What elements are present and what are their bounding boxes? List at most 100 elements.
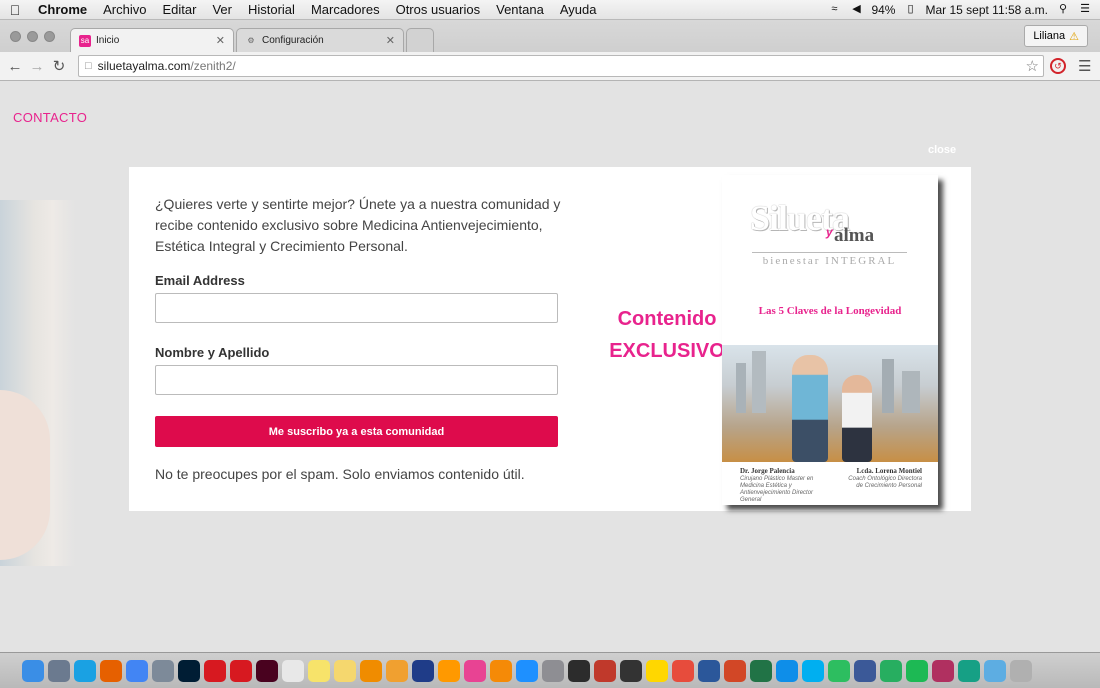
subscribe-button[interactable]: Me suscribo ya a esta comunidad <box>155 416 558 447</box>
extension-icon[interactable]: ↺ <box>1050 58 1066 74</box>
author-1-name: Dr. Jorge Palencia <box>740 467 795 475</box>
launchpad-icon[interactable] <box>48 659 70 682</box>
capture-icon[interactable] <box>958 659 980 682</box>
network-icon[interactable] <box>854 659 876 682</box>
name-field[interactable] <box>155 365 558 395</box>
author-2: Lcda. Lorena Montiel Coach Ontológico Di… <box>842 468 922 490</box>
skype-icon[interactable] <box>74 659 96 682</box>
volume-icon[interactable]: ◀ <box>849 3 863 16</box>
profile-button[interactable]: Liliana ⚠ <box>1024 25 1088 47</box>
gear-icon: ⚙ <box>247 35 255 45</box>
acrobat-icon[interactable] <box>204 659 226 682</box>
system-preferences-icon[interactable] <box>542 659 564 682</box>
book-divider <box>752 252 907 253</box>
cleaner-icon[interactable] <box>646 659 668 682</box>
indesign-icon[interactable] <box>256 659 278 682</box>
calendar-icon[interactable] <box>282 659 304 682</box>
zoom-window-button[interactable] <box>44 31 55 42</box>
minimize-window-button[interactable] <box>27 31 38 42</box>
subscribe-modal: ¿Quieres verte y sentirte mejor? Únete y… <box>129 167 971 511</box>
menu-historial[interactable]: Historial <box>240 2 303 17</box>
book-logo-y: y <box>826 225 833 239</box>
book-cover-photo <box>722 345 938 462</box>
evernote-icon[interactable] <box>828 659 850 682</box>
spotify-icon[interactable] <box>906 659 928 682</box>
window-controls <box>10 31 55 42</box>
background-photo <box>0 200 75 566</box>
menu-archivo[interactable]: Archivo <box>95 2 154 17</box>
chrome-menu-icon[interactable]: ☰ <box>1078 57 1091 75</box>
menu-ayuda[interactable]: Ayuda <box>552 2 605 17</box>
tab-configuracion[interactable]: ⚙ Configuración ✕ <box>236 28 404 52</box>
menu-ver[interactable]: Ver <box>204 2 240 17</box>
page-icon[interactable]: □ <box>85 60 92 72</box>
facetime-icon[interactable] <box>880 659 902 682</box>
email-field[interactable] <box>155 293 558 323</box>
quicktime-icon[interactable] <box>412 659 434 682</box>
word-icon[interactable] <box>698 659 720 682</box>
photoshop-icon[interactable] <box>178 659 200 682</box>
photo-building <box>902 371 920 413</box>
back-icon[interactable]: ← <box>4 58 26 75</box>
tab-inicio[interactable]: sa Inicio ✕ <box>70 28 234 52</box>
menu-chrome[interactable]: Chrome <box>30 2 95 17</box>
photo-booth-icon[interactable] <box>932 659 954 682</box>
skype-blue-icon[interactable] <box>802 659 824 682</box>
menu-ventana[interactable]: Ventana <box>488 2 552 17</box>
close-tab-icon[interactable]: ✕ <box>216 34 225 47</box>
author-2-role: Coach Ontológico Directora de Crecimient… <box>848 476 922 489</box>
teamviewer-icon[interactable] <box>776 659 798 682</box>
notifications-icon[interactable]: ☰ <box>1078 3 1092 16</box>
battery-icon[interactable]: ▯ <box>903 3 917 16</box>
app-store-icon[interactable] <box>516 659 538 682</box>
close-modal-button[interactable]: close <box>928 144 956 156</box>
powerpoint-icon[interactable] <box>724 659 746 682</box>
transmission-icon[interactable] <box>594 659 616 682</box>
tab-label: Inicio <box>96 35 120 46</box>
reload-icon[interactable]: ↻ <box>48 57 70 75</box>
forward-icon[interactable]: → <box>26 58 48 75</box>
trash-icon[interactable] <box>1010 659 1032 682</box>
status-area: ≈ ◀ 94% ▯ Mar 15 sept 11:58 a.m. ⚲ ☰ <box>827 3 1100 17</box>
battery-percent[interactable]: 94% <box>871 3 895 17</box>
clock[interactable]: Mar 15 sept 11:58 a.m. <box>925 3 1048 17</box>
photo-building <box>736 363 746 413</box>
ibooks-icon[interactable] <box>490 659 512 682</box>
photos-icon[interactable] <box>386 659 408 682</box>
amazon-icon[interactable] <box>438 659 460 682</box>
popcorn-icon[interactable] <box>672 659 694 682</box>
spotlight-icon[interactable]: ⚲ <box>1056 3 1070 16</box>
ebook-cover: Silueta y alma bienestar INTEGRAL Las 5 … <box>722 175 938 505</box>
new-tab-button[interactable] <box>406 28 434 52</box>
chrome-icon[interactable] <box>126 659 148 682</box>
book-title: Las 5 Claves de la Longevidad <box>758 305 902 317</box>
downloads-icon[interactable] <box>984 659 1006 682</box>
wifi-icon[interactable]: ≈ <box>827 3 841 16</box>
name-label: Nombre y Apellido <box>155 345 270 360</box>
notes-icon[interactable] <box>308 659 330 682</box>
itunes-icon[interactable] <box>464 659 486 682</box>
activity-monitor-icon[interactable] <box>620 659 642 682</box>
finder-icon[interactable] <box>22 659 44 682</box>
excel-icon[interactable] <box>750 659 772 682</box>
preview-icon[interactable] <box>152 659 174 682</box>
close-tab-icon[interactable]: ✕ <box>386 34 395 47</box>
dock <box>0 652 1100 688</box>
menu-otros-usuarios[interactable]: Otros usuarios <box>388 2 489 17</box>
book-logo-alma: alma <box>834 225 875 246</box>
final-cut-icon[interactable] <box>568 659 590 682</box>
menu-editar[interactable]: Editar <box>154 2 204 17</box>
apple-icon[interactable]:  <box>0 2 30 18</box>
bookmark-star-icon[interactable]: ☆ <box>1026 57 1039 75</box>
vlc-icon[interactable] <box>360 659 382 682</box>
menu-marcadores[interactable]: Marcadores <box>303 2 388 17</box>
tab-label: Configuración <box>262 35 324 46</box>
nav-contacto-link[interactable]: CONTACTO <box>13 110 87 125</box>
web-page: CONTACTO close ¿Quieres verte y sentirte… <box>0 82 1100 634</box>
address-bar[interactable]: □ siluetayalma.com/zenith2/ ☆ <box>78 55 1044 77</box>
acrobat-reader-icon[interactable] <box>230 659 252 682</box>
firefox-icon[interactable] <box>100 659 122 682</box>
close-window-button[interactable] <box>10 31 21 42</box>
photo-building <box>882 359 894 413</box>
stickies-icon[interactable] <box>334 659 356 682</box>
